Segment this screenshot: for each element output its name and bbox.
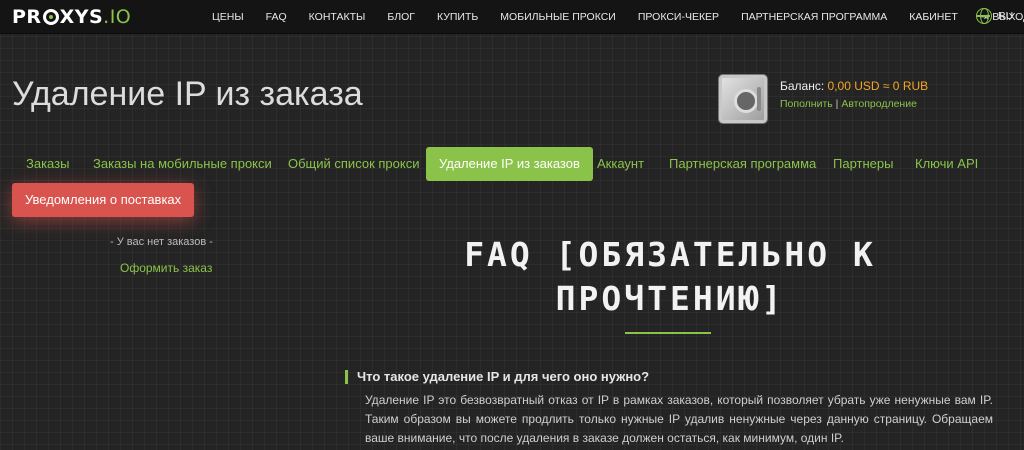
faq-heading: FAQ [ОБЯЗАТЕЛЬНО К ПРОЧТЕНИЮ] — [420, 233, 920, 321]
nav-prices[interactable]: ЦЕНЫ — [212, 11, 244, 23]
nav-blog[interactable]: БЛОГ — [387, 11, 415, 23]
faq-answer: Удаление IP это безвозвратный отказ от I… — [365, 393, 993, 445]
tab-ip-removal[interactable]: Удаление IP из заказов — [426, 147, 593, 181]
tab-partners[interactable]: Партнеры — [833, 147, 893, 181]
balance: Баланс: 0,00 USD ≈ 0 RUB — [780, 79, 928, 93]
page-title: Удаление IP из заказа — [12, 75, 363, 113]
top-navbar: PR XYS .IO ЦЕНЫ FAQ КОНТАКТЫ БЛОГ КУПИТЬ М… — [0, 0, 1024, 34]
logo-text: XYS — [59, 6, 104, 28]
tab-orders[interactable]: Заказы — [26, 147, 69, 181]
balance-amount: 0,00 USD ≈ 0 RUB — [827, 79, 929, 93]
nav-cabinet[interactable]: КАБИНЕТ — [909, 11, 958, 23]
balance-links: Пополнить | Автопродление — [780, 98, 917, 110]
logo-o-icon — [42, 9, 59, 25]
place-order-link[interactable]: Оформить заказ — [120, 261, 212, 275]
tab-delivery-notifications[interactable]: Уведомления о поставках — [12, 183, 195, 217]
faq-heading-line: ПРОЧТЕНИЮ] — [555, 279, 785, 318]
faq-question[interactable]: Что такое удаление IP и для чего оно нуж… — [357, 369, 649, 384]
nav-faq[interactable]: FAQ — [266, 11, 287, 23]
tab-account[interactable]: Аккаунт — [597, 147, 644, 181]
main-nav: ЦЕНЫ FAQ КОНТАКТЫ БЛОГ КУПИТЬ МОБИЛЬНЫЕ … — [212, 0, 1024, 34]
logo-text: PR — [12, 6, 42, 28]
language-label: RU — [998, 10, 1014, 22]
nav-contacts[interactable]: КОНТАКТЫ — [309, 11, 366, 23]
nav-partner-program[interactable]: ПАРТНЕРСКАЯ ПРОГРАММА — [741, 11, 887, 23]
autorenew-link[interactable]: Автопродление — [841, 98, 917, 110]
language-switcher[interactable]: RU — [976, 8, 1013, 24]
nav-buy[interactable]: КУПИТЬ — [437, 11, 478, 23]
tab-partner-program[interactable]: Партнерская программа — [669, 147, 816, 181]
tab-proxy-list[interactable]: Общий список прокси — [288, 147, 419, 181]
tab-mobile-orders[interactable]: Заказы на мобильные прокси — [93, 147, 272, 181]
nav-mobile-proxy[interactable]: МОБИЛЬНЫЕ ПРОКСИ — [500, 11, 616, 23]
globe-icon — [976, 8, 992, 24]
faq-heading-line: FAQ [ОБЯЗАТЕЛЬНО К — [464, 235, 876, 274]
no-orders-text: - У вас нет заказов - — [110, 236, 213, 248]
balance-label: Баланс: — [780, 79, 828, 93]
logo-domain: .IO — [103, 6, 132, 28]
nav-proxy-checker[interactable]: ПРОКСИ-ЧЕКЕР — [638, 11, 719, 23]
safe-icon — [718, 74, 768, 124]
question-marker — [345, 370, 348, 384]
faq-divider — [625, 332, 711, 334]
logo[interactable]: PR XYS .IO — [12, 6, 131, 28]
tab-api-keys[interactable]: Ключи API — [915, 147, 978, 181]
topup-link[interactable]: Пополнить — [780, 98, 833, 110]
